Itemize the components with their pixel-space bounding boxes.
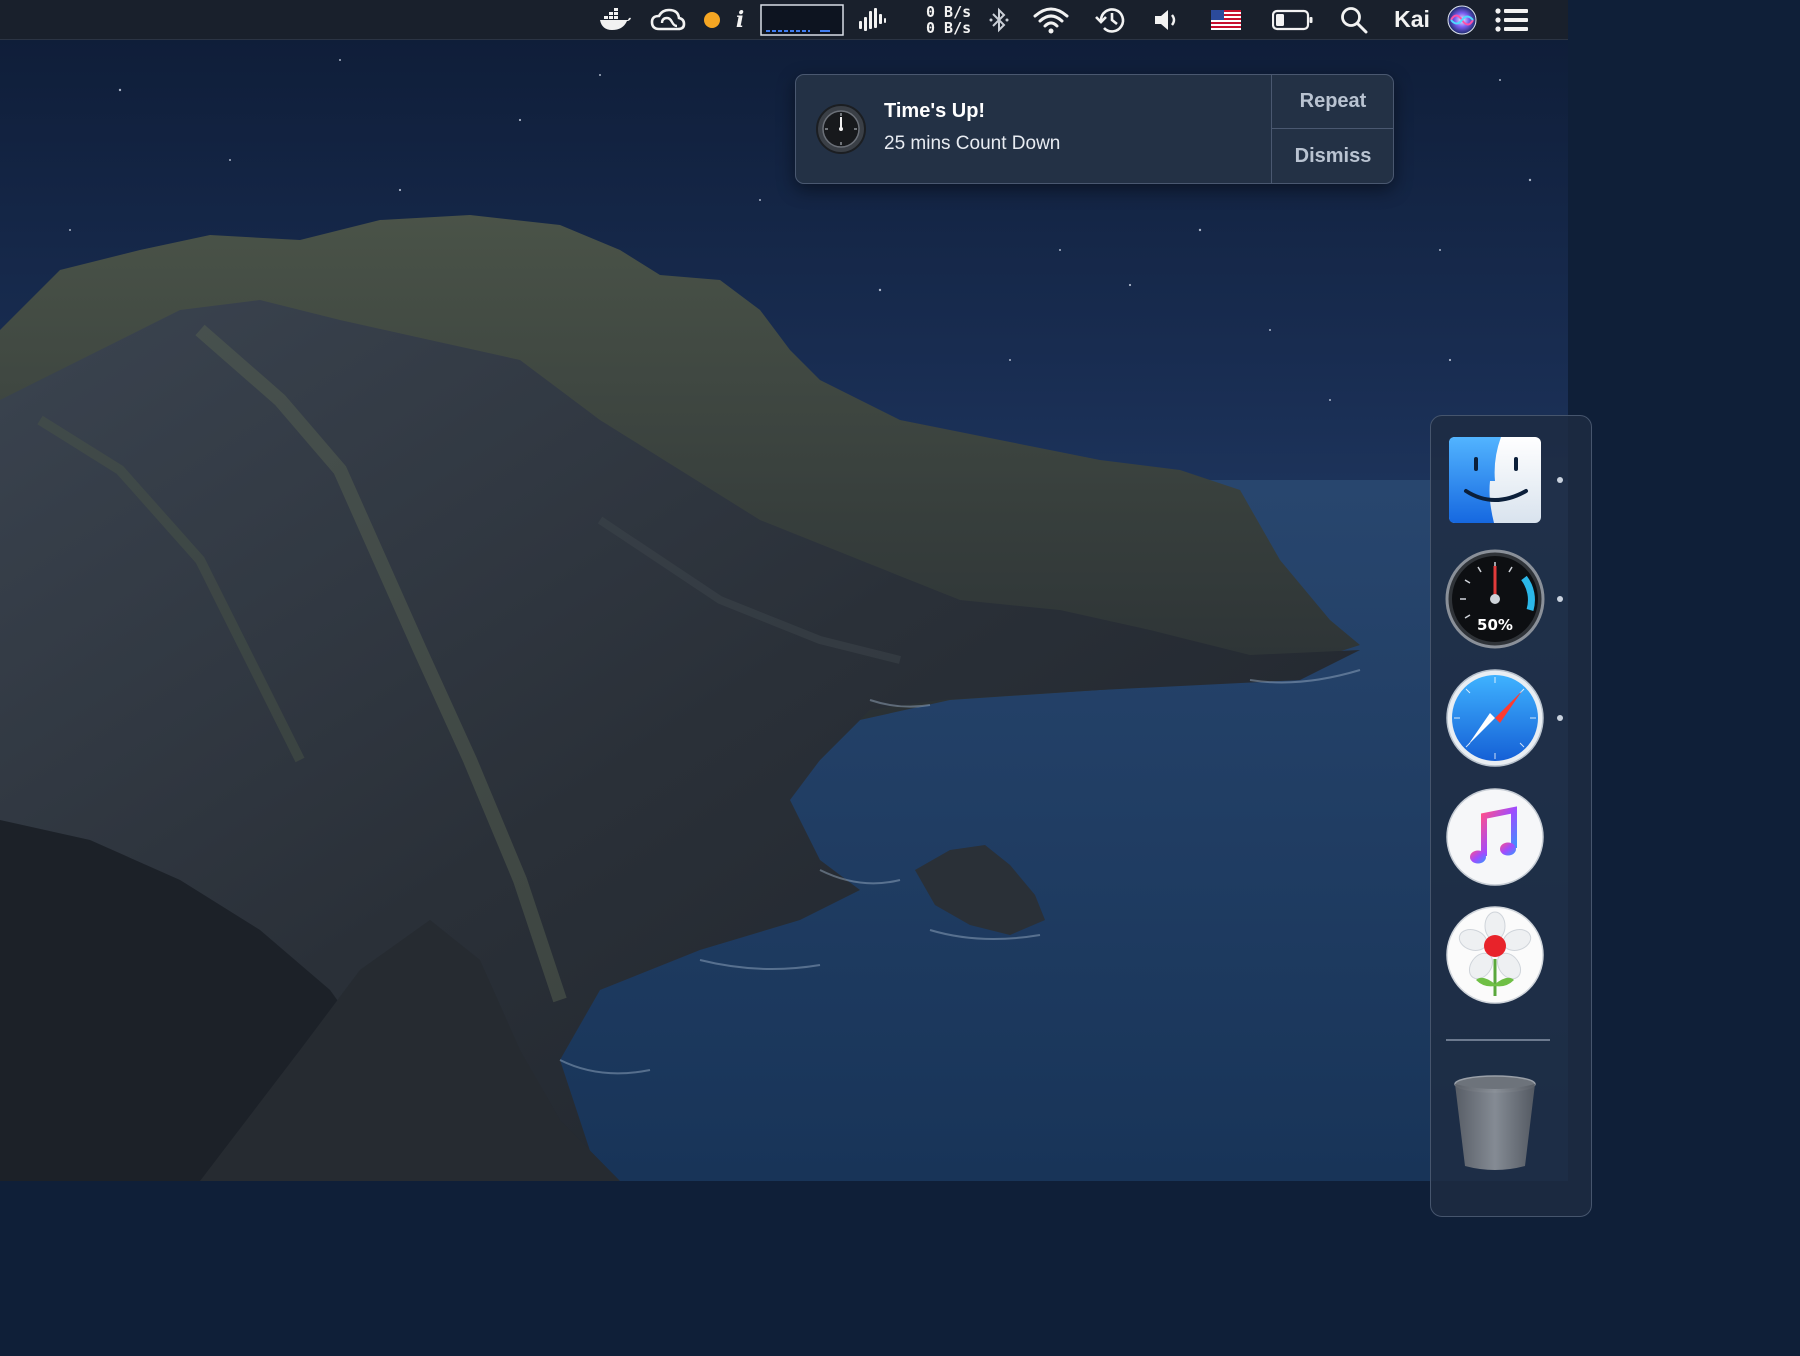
itunes-icon[interactable]	[1444, 786, 1546, 888]
docker-icon[interactable]	[597, 0, 633, 39]
battery-icon[interactable]	[1271, 0, 1315, 39]
finder-icon[interactable]	[1444, 429, 1546, 531]
user-name[interactable]: Kai	[1390, 0, 1434, 39]
flower-app-icon[interactable]	[1444, 904, 1546, 1006]
siri-icon[interactable]	[1446, 0, 1478, 39]
volume-icon[interactable]	[1152, 0, 1182, 39]
bluetooth-icon[interactable]	[986, 0, 1012, 39]
network-upload-rate: 0 B/s	[926, 2, 972, 21]
creative-cloud-icon[interactable]	[649, 0, 687, 39]
notification-title: Time's Up!	[884, 100, 986, 122]
network-speed[interactable]: 0 B/s 0 B/s	[926, 0, 974, 39]
graph-icon[interactable]	[759, 0, 845, 39]
notification-body: 25 mins Count Down	[884, 133, 1061, 154]
wifi-icon[interactable]	[1031, 0, 1071, 39]
speedometer-icon[interactable]: 50%	[1444, 548, 1546, 650]
time-machine-icon[interactable]	[1093, 0, 1131, 39]
running-indicator	[1557, 596, 1563, 602]
network-download-rate: 0 B/s	[926, 18, 972, 37]
menu-bar: i 0 B/s 0 B/s Kai	[0, 0, 1568, 40]
notification-actions: Repeat Dismiss	[1271, 75, 1393, 183]
timer-clock-icon	[815, 103, 867, 155]
audio-meter-icon[interactable]	[855, 0, 889, 39]
us-flag-icon[interactable]	[1210, 0, 1242, 39]
status-dot-icon[interactable]	[702, 0, 722, 39]
repeat-button[interactable]: Repeat	[1272, 75, 1393, 129]
running-indicator	[1557, 477, 1563, 483]
dismiss-button[interactable]: Dismiss	[1272, 129, 1393, 183]
spotlight-search-icon[interactable]	[1339, 0, 1369, 39]
info-icon[interactable]: i	[730, 0, 750, 39]
notification-banner[interactable]: Time's Up! 25 mins Count Down Repeat Dis…	[795, 74, 1394, 184]
safari-icon[interactable]	[1444, 667, 1546, 769]
running-indicator	[1557, 715, 1563, 721]
trash-icon[interactable]	[1444, 1070, 1546, 1172]
dock-separator	[1446, 1039, 1550, 1041]
notification-center-icon[interactable]	[1494, 0, 1530, 39]
speedometer-gauge-label: 50%	[1477, 616, 1513, 634]
